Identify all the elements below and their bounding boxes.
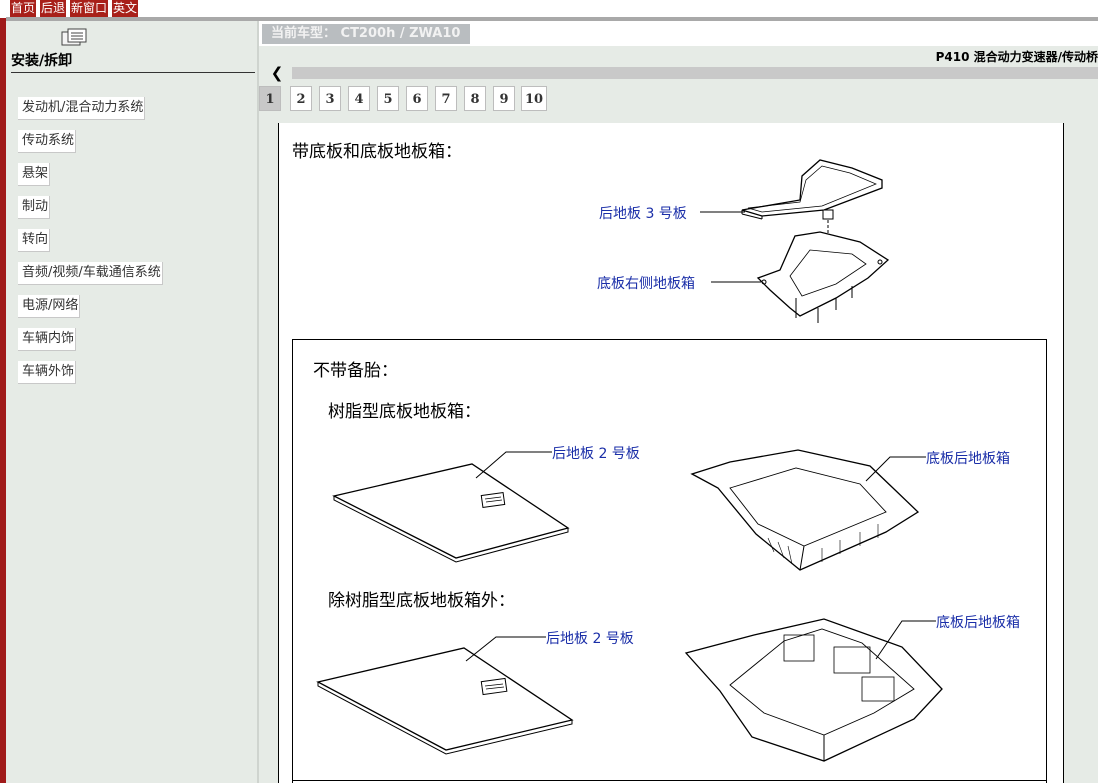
sidebar-item-power-network[interactable]: 电源/网络 bbox=[18, 295, 81, 318]
sidebar-item-audio-video[interactable]: 音频/视频/车载通信系统 bbox=[18, 262, 163, 285]
page-button-9[interactable]: 9 bbox=[493, 86, 515, 111]
rear-floor-3-illustration bbox=[741, 159, 890, 323]
label-rear-floor-2-b: 后地板 2 号板 bbox=[546, 631, 634, 647]
section-title: P410 混合动力变速器/传动桥 bbox=[935, 50, 1098, 64]
sidebar-title: 安装/拆卸 bbox=[11, 50, 255, 73]
sidebar-item-exterior[interactable]: 车辆外饰 bbox=[18, 361, 77, 384]
leader-line-floor-rear-box-b bbox=[875, 620, 936, 660]
caption-with-floor: 带底板和底板地板箱： bbox=[292, 142, 462, 162]
rear-floor-2-board-illustration-b bbox=[316, 647, 574, 755]
page-button-2[interactable]: 2 bbox=[290, 86, 312, 111]
home-button[interactable]: 首页 bbox=[10, 0, 37, 17]
page-button-5[interactable]: 5 bbox=[377, 86, 399, 111]
label-floor-right-box: 底板右侧地板箱 bbox=[597, 276, 695, 292]
caption-no-spare: 不带备胎： bbox=[313, 361, 398, 381]
caption-non-resin: 除树脂型底板地板箱外： bbox=[328, 591, 515, 611]
back-button[interactable]: 后退 bbox=[40, 0, 67, 17]
sidebar-item-steering[interactable]: 转向 bbox=[18, 229, 51, 252]
sidebar-item-engine-hybrid[interactable]: 发动机/混合动力系统 bbox=[18, 97, 146, 120]
page-button-7[interactable]: 7 bbox=[435, 86, 457, 111]
english-button[interactable]: 英文 bbox=[112, 0, 139, 17]
model-bar: 当前车型： CT200h / ZWA10 bbox=[259, 21, 1098, 46]
page-button-4[interactable]: 4 bbox=[348, 86, 370, 111]
document-icon[interactable] bbox=[60, 28, 90, 46]
horizontal-scrollbar[interactable] bbox=[292, 67, 1098, 79]
sidebar-item-interior[interactable]: 车辆内饰 bbox=[18, 328, 77, 351]
leader-line-floor-rear-box-a bbox=[865, 456, 926, 482]
new-window-button[interactable]: 新窗口 bbox=[70, 0, 109, 17]
scroll-left-icon[interactable]: ❮ bbox=[266, 64, 288, 82]
page-button-8[interactable]: 8 bbox=[464, 86, 486, 111]
page-button-6[interactable]: 6 bbox=[406, 86, 428, 111]
page-button-10[interactable]: 10 bbox=[521, 86, 547, 111]
page-button-3[interactable]: 3 bbox=[319, 86, 341, 111]
leader-line-rear-floor-2-a bbox=[475, 451, 552, 479]
top-toolbar: 首页 后退 新窗口 英文 bbox=[0, 0, 1098, 18]
label-floor-rear-box-a: 底板后地板箱 bbox=[926, 451, 1010, 467]
label-rear-floor-2-a: 后地板 2 号板 bbox=[552, 446, 640, 462]
leader-line-floor-right-box bbox=[711, 281, 761, 283]
label-floor-rear-box-b: 底板后地板箱 bbox=[936, 615, 1020, 631]
caption-resin: 树脂型底板地板箱： bbox=[328, 402, 481, 422]
page-button-1[interactable]: 1 bbox=[259, 86, 281, 111]
sidebar-item-suspension[interactable]: 悬架 bbox=[18, 163, 51, 186]
section-bottom-rule bbox=[292, 780, 1047, 781]
leader-line-rear-floor-3 bbox=[700, 211, 745, 213]
label-rear-floor-3: 后地板 3 号板 bbox=[599, 206, 687, 222]
sidebar: 安装/拆卸 发动机/混合动力系统 传动系统 悬架 制动 转向 音频/视频/车载通… bbox=[6, 21, 257, 783]
sidebar-item-brake[interactable]: 制动 bbox=[18, 196, 51, 219]
current-model-label: 当前车型： CT200h / ZWA10 bbox=[262, 24, 471, 44]
leader-line-rear-floor-2-b bbox=[465, 636, 546, 662]
sidebar-item-drivetrain[interactable]: 传动系统 bbox=[18, 130, 77, 153]
